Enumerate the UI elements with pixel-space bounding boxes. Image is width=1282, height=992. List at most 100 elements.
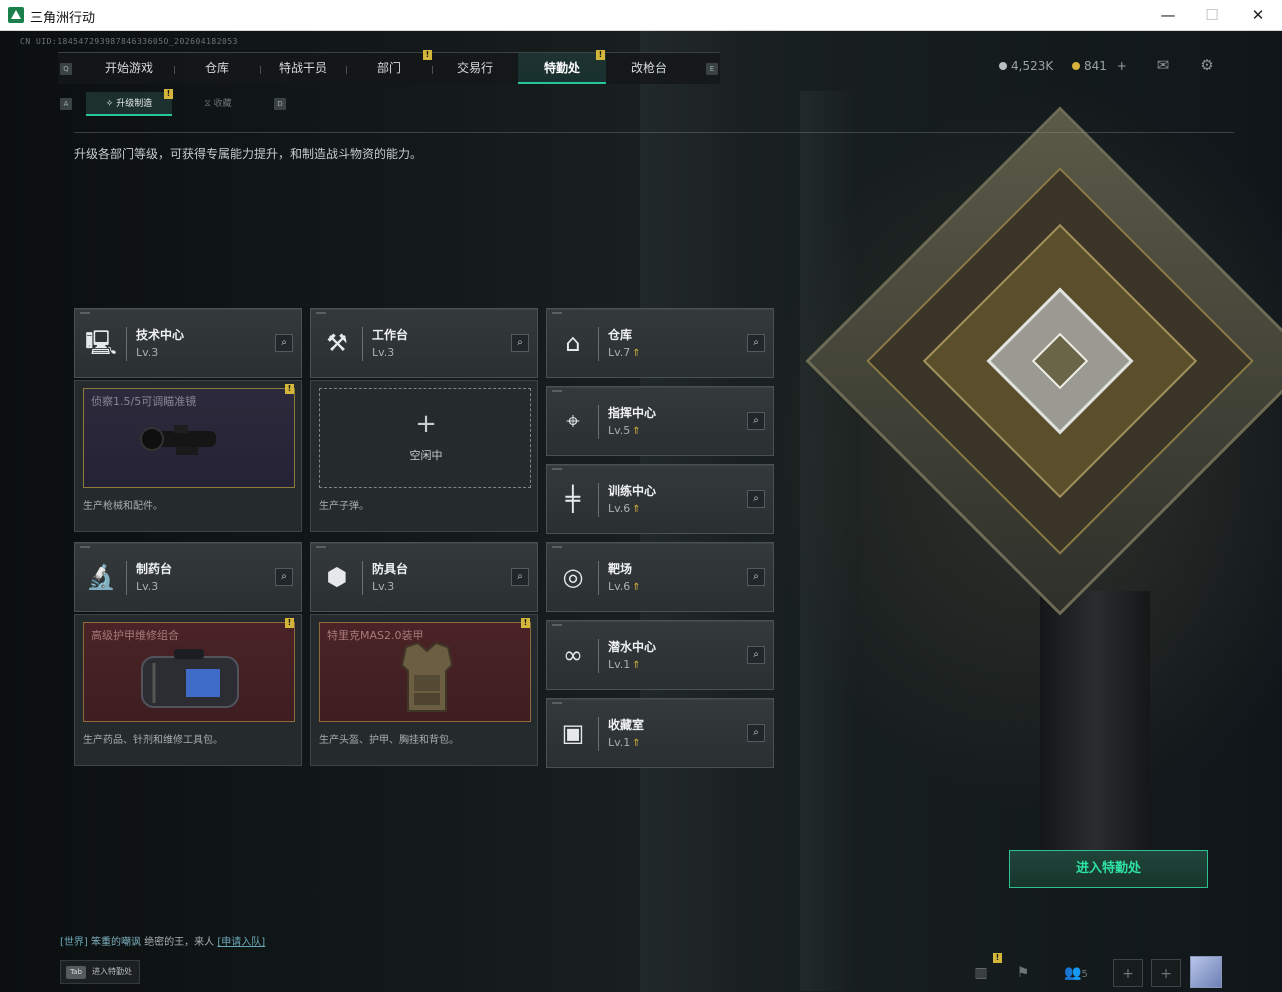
production-alert-badge: ! (285, 618, 294, 628)
facility-card-armor-bench[interactable]: ⬢ 防具台 Lv.3 ⌕ (310, 542, 538, 612)
tab-trading[interactable]: 交易行 (432, 53, 518, 84)
production-slot-ammo[interactable]: + 空闲中 生产子弹。 (310, 380, 538, 532)
subtab-collection[interactable]: ⧖ 收藏 (188, 92, 248, 116)
friends-button[interactable]: 👥5 (1058, 959, 1094, 987)
facility-card-diving-center[interactable]: ∞ 潜水中心 Lv.1 ⇑ ⌕ (546, 620, 774, 690)
facility-level: Lv.1 ⇑ (608, 658, 641, 671)
facility-level: Lv.3 (136, 580, 159, 593)
background-column (1040, 591, 1150, 881)
add-production-icon: + (415, 409, 437, 439)
close-button[interactable]: ✕ (1243, 4, 1273, 26)
maximize-button[interactable]: ☐ (1197, 4, 1227, 26)
search-icon[interactable]: ⌕ (275, 568, 293, 586)
production-alert-badge: ! (285, 384, 294, 394)
production-slot-medical[interactable]: 高级护甲维修组合 ! 生产药品、针剂和维修工具包。 (74, 614, 302, 766)
upgrade-alert-badge: ! (164, 89, 173, 99)
target-icon: ◎ (562, 563, 584, 591)
facility-name: 制药台 (136, 562, 173, 576)
search-icon[interactable]: ⌕ (747, 490, 765, 508)
tab-start-game[interactable]: 开始游戏 (84, 53, 174, 84)
background-pillar (800, 91, 860, 991)
search-icon[interactable]: ⌕ (747, 724, 765, 742)
tab-key: Tab (66, 966, 86, 979)
enter-special-ops-button[interactable]: 进入特勤处 (1009, 850, 1208, 888)
facility-card-collection-room[interactable]: ▣ 收藏室 Lv.1 ⇑ ⌕ (546, 698, 774, 768)
scope-item-image (140, 425, 216, 455)
nav-key-left: Q (60, 63, 72, 75)
flag-icon[interactable]: ⚑ (1008, 959, 1038, 987)
production-caption: 生产头盔、护甲、胸挂和背包。 (319, 735, 459, 746)
facility-card-command-center[interactable]: ⌖ 指挥中心 Lv.5 ⇑ ⌕ (546, 386, 774, 456)
page-description: 升级各部门等级，可获得专属能力提升，和制造战斗物资的能力。 (74, 147, 423, 161)
armor-blocks-icon: ⬢ (326, 563, 348, 591)
window-title: 三角洲行动 (30, 11, 96, 26)
facility-level: Lv.3 (136, 346, 159, 359)
tab-gunsmith[interactable]: 改枪台 (606, 53, 692, 84)
facility-name: 工作台 (372, 328, 409, 342)
coupon-icon (1072, 62, 1080, 70)
search-icon[interactable]: ⌕ (747, 646, 765, 664)
facility-level: Lv.3 (372, 346, 395, 359)
search-icon[interactable]: ⌕ (747, 334, 765, 352)
upgrade-arrow-icon: ⇑ (632, 582, 641, 593)
tab-hint-label: 进入特勤处 (92, 967, 132, 976)
upgrade-arrow-icon: ⇑ (632, 738, 641, 749)
facility-name: 靶场 (608, 562, 633, 576)
idle-label: 空闲中 (409, 449, 443, 462)
command-icon: ⌖ (566, 407, 580, 435)
tab-hint-button[interactable]: Tab 进入特勤处 (60, 960, 140, 984)
upgrade-arrow-icon: ⇑ (632, 348, 641, 359)
tab-warehouse[interactable]: 仓库 (174, 53, 260, 84)
subnav-key-left: A (60, 98, 72, 110)
subtab-upgrade-craft[interactable]: ✧ 升级制造 (86, 92, 172, 116)
facility-name: 指挥中心 (608, 406, 657, 420)
production-slot-armor[interactable]: 特里克MAS2.0装甲 ! 生产头盔、护甲、胸挂和背包。 (310, 614, 538, 766)
divider (74, 132, 1234, 133)
currency-coupons: 841 + (1072, 59, 1127, 73)
upgrade-arrow-icon: ⇑ (632, 660, 641, 671)
facility-level: Lv.3 (372, 580, 395, 593)
add-teammate-button[interactable]: + (1151, 959, 1181, 987)
chat-user[interactable]: 笨重的嘲讽 (91, 937, 141, 948)
tab-department[interactable]: 部门 (346, 53, 432, 84)
hourglass-icon: ⧖ (204, 99, 214, 109)
chat-line: [世界] 笨重的嘲讽 绝密的王，来人 [申请入队] (60, 933, 265, 948)
minimize-button[interactable]: — (1153, 4, 1183, 26)
facility-card-workbench[interactable]: ⚒ 工作台 Lv.3 ⌕ (310, 308, 538, 378)
coin-icon (999, 62, 1007, 70)
tab-operators[interactable]: 特战干员 (260, 53, 346, 84)
monitor-icon: 🖳 (85, 329, 118, 357)
search-icon[interactable]: ⌕ (275, 334, 293, 352)
search-icon[interactable]: ⌕ (747, 568, 765, 586)
production-slot-weapons[interactable]: 侦察1.5/5可调瞄准镜 ! 生产枪械和配件。 (74, 380, 302, 532)
repair-kit-item-image (141, 649, 239, 708)
gear-icon[interactable]: ⚙ (1197, 57, 1217, 73)
production-alert-badge: ! (521, 618, 530, 628)
craft-icon: ✧ (105, 99, 117, 109)
facility-name: 仓库 (608, 328, 633, 342)
search-icon[interactable]: ⌕ (511, 334, 529, 352)
subnav-key-right: D (274, 98, 286, 110)
sub-navbar: A ✧ 升级制造 ! ⧖ 收藏 D (58, 89, 286, 116)
facility-name: 潜水中心 (608, 640, 657, 654)
facility-card-shooting-range[interactable]: ◎ 靶场 Lv.6 ⇑ ⌕ (546, 542, 774, 612)
avatar[interactable] (1190, 956, 1222, 988)
search-icon[interactable]: ⌕ (511, 568, 529, 586)
mail-icon[interactable]: ✉ (1153, 57, 1173, 73)
dumbbell-icon: ╪ (565, 485, 581, 513)
facility-card-pharmacy[interactable]: 🔬 制药台 Lv.3 ⌕ (74, 542, 302, 612)
tab-special-ops[interactable]: 特勤处 (518, 53, 606, 84)
facility-card-training-center[interactable]: ╪ 训练中心 Lv.6 ⇑ ⌕ (546, 464, 774, 534)
apply-join-link[interactable]: [申请入队] (217, 937, 265, 948)
facility-level: Lv.5 ⇑ (608, 424, 641, 437)
facility-card-tech-center[interactable]: 🖳 技术中心 Lv.3 ⌕ (74, 308, 302, 378)
diving-mask-icon: ∞ (563, 641, 583, 669)
production-caption: 生产药品、针剂和维修工具包。 (83, 735, 223, 746)
add-currency-button[interactable]: + (1117, 59, 1127, 73)
add-teammate-button[interactable]: + (1113, 959, 1143, 987)
facility-level: Lv.1 ⇑ (608, 736, 641, 749)
search-icon[interactable]: ⌕ (747, 412, 765, 430)
stats-icon[interactable]: ▥ (966, 959, 996, 987)
microscope-icon: 🔬 (86, 563, 116, 591)
facility-card-warehouse[interactable]: ⌂ 仓库 Lv.7 ⇑ ⌕ (546, 308, 774, 378)
